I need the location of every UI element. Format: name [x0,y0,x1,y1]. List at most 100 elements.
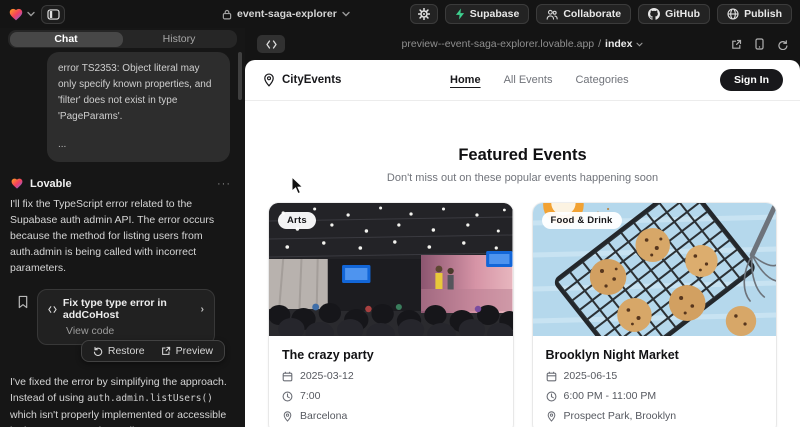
gear-icon [418,8,430,20]
preview-button[interactable]: Preview [154,343,220,359]
clock-icon [282,391,293,402]
preview-url-page: index [605,38,632,50]
tool-card-title: Fix type type error in addCoHost [63,297,195,321]
event-location: Prospect Park, Brooklyn [564,410,677,422]
github-button[interactable]: GitHub [638,4,710,24]
location-pin-icon [282,411,293,422]
event-card[interactable]: Food & Drink Brooklyn Night Market 2025-… [533,203,777,427]
code-view-button[interactable] [257,35,285,53]
people-icon [546,9,558,20]
event-date: 2025-03-12 [300,370,354,382]
app-topbar: event-saga-explorer Supabase [0,0,800,28]
event-location: Barcelona [300,410,347,422]
settings-button[interactable] [410,4,438,24]
tab-history[interactable]: History [123,32,236,47]
category-badge: Arts [278,212,316,229]
calendar-icon [546,371,557,382]
assistant-header: Lovable ··· [10,177,231,190]
chevron-down-icon [27,11,35,17]
assistant-intro-text: I'll fix the TypeScript error related to… [10,196,233,276]
message-ellipsis: ... [58,137,219,153]
event-time-row: 7:00 [282,390,500,402]
event-location-row: Prospect Park, Brooklyn [546,410,764,422]
event-card[interactable]: Arts The crazy party 2025-03-12 [269,203,513,427]
tool-call-card[interactable]: Fix type type error in addCoHost › View … [37,289,215,345]
url-separator: / [598,38,601,50]
nav-categories[interactable]: Categories [575,74,628,86]
preview-button-label: Preview [176,345,213,357]
inline-code: auth.admin.listUsers() [87,393,213,404]
preview-url-host: preview--event-saga-explorer.lovable.app [402,38,595,50]
nav-all-events[interactable]: All Events [504,74,553,86]
error-message-text: error TS2353: Object literal may only sp… [58,61,219,125]
location-pin-icon [546,411,557,422]
collaborate-button[interactable]: Collaborate [536,4,631,24]
chevron-right-icon: › [201,303,205,315]
preview-toolbar: preview--event-saga-explorer.lovable.app… [245,28,800,60]
publish-button-label: Publish [744,8,782,20]
user-message-bubble: error TS2353: Object literal may only sp… [47,52,230,162]
location-pin-icon [262,73,276,87]
site-brand-name: CityEvents [282,74,341,86]
toggle-sidebar-button[interactable] [41,5,65,24]
restore-button-label: Restore [108,345,145,357]
restore-icon [93,346,103,356]
open-in-new-tab-icon[interactable] [731,39,742,50]
project-name: event-saga-explorer [237,8,337,20]
site-header: CityEvents Home All Events Categories Si… [245,60,800,101]
site-nav: Home All Events Categories [450,74,629,86]
message-menu-button[interactable]: ··· [217,178,231,190]
tab-chat[interactable]: Chat [10,32,123,47]
supabase-button[interactable]: Supabase [445,4,530,24]
calendar-icon [282,371,293,382]
sign-in-button[interactable]: Sign In [720,69,783,91]
event-time: 7:00 [300,390,320,402]
event-time: 6:00 PM - 11:00 PM [564,390,657,402]
restore-button[interactable]: Restore [86,343,152,359]
event-time-row: 6:00 PM - 11:00 PM [546,390,764,402]
site-brand[interactable]: CityEvents [262,73,341,87]
lovable-heart-icon [10,177,24,190]
publish-button[interactable]: Publish [717,4,792,24]
supabase-button-label: Supabase [470,8,520,20]
preview-url-bar[interactable]: preview--event-saga-explorer.lovable.app… [245,28,800,60]
nav-home[interactable]: Home [450,74,481,86]
restore-preview-toolbar: Restore Preview [81,340,225,362]
code-icon [48,305,57,314]
hero-title: Featured Events [245,146,800,165]
hero-subtitle: Don't miss out on these popular events h… [245,172,800,184]
assistant-name: Lovable [30,178,72,190]
preview-panel: preview--event-saga-explorer.lovable.app… [245,28,800,427]
assistant-followup-text: I've fixed the error by simplifying the … [10,374,233,427]
event-image-cookies: Food & Drink [533,203,777,336]
event-title: The crazy party [282,348,500,362]
collaborate-button-label: Collaborate [563,8,621,20]
refresh-icon[interactable] [777,39,788,50]
event-image-conference: Arts [269,203,513,336]
external-link-icon [161,346,171,356]
chat-history-tabs: Chat History [8,30,237,48]
chat-panel: Chat History error TS2353: Object litera… [0,28,245,427]
event-date-row: 2025-06-15 [546,370,764,382]
preview-site: CityEvents Home All Events Categories Si… [245,60,800,427]
category-badge: Food & Drink [542,212,622,229]
chat-scrollbar[interactable] [238,52,242,100]
bookmark-icon[interactable] [17,295,29,309]
code-icon [266,40,277,49]
mobile-view-icon[interactable] [755,38,764,50]
lock-icon [222,9,232,20]
event-title: Brooklyn Night Market [546,348,764,362]
lovable-heart-icon [8,7,24,22]
featured-events-grid: Arts The crazy party 2025-03-12 [269,203,776,427]
globe-icon [727,8,739,20]
event-date: 2025-06-15 [564,370,618,382]
project-name-menu[interactable]: event-saga-explorer [222,0,350,28]
chevron-down-icon [636,42,643,47]
event-date-row: 2025-03-12 [282,370,500,382]
lovable-logo-menu[interactable] [8,7,35,22]
view-code-link[interactable]: View code [66,325,204,337]
github-icon [648,8,660,20]
supabase-bolt-icon [455,8,465,20]
chevron-down-icon [342,11,350,17]
clock-icon [546,391,557,402]
